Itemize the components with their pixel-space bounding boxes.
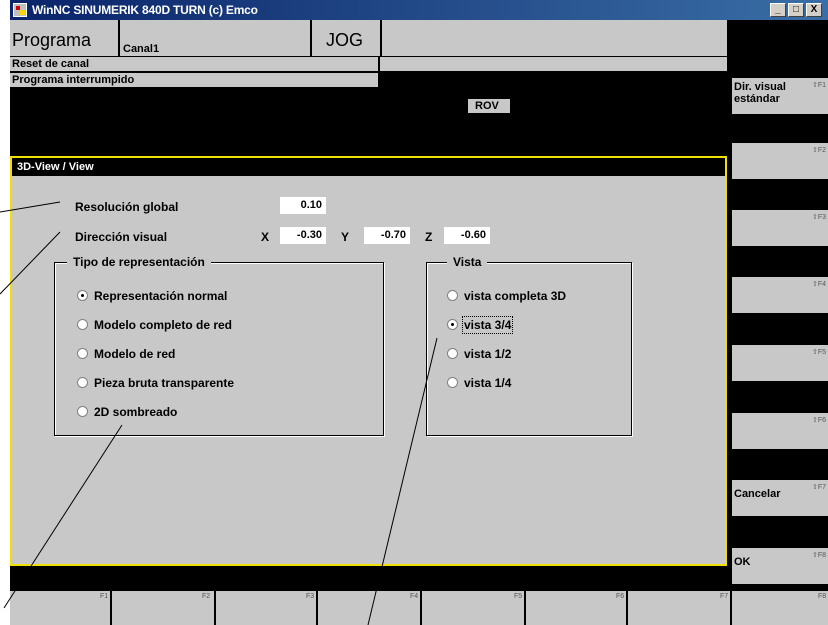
- view-group: Vista vista completa 3D vista 3/4 vista …: [426, 255, 632, 436]
- softkey-3[interactable]: ⇧F3: [732, 210, 828, 246]
- fkey-hint: ⇧F2: [811, 147, 826, 154]
- radio-view-full-3d[interactable]: vista completa 3D: [447, 289, 566, 303]
- fkey-hint: ⇧F5: [811, 349, 826, 356]
- radio-label: vista 1/2: [464, 347, 512, 361]
- radio-view-3-4[interactable]: vista 3/4: [447, 316, 514, 334]
- rov-indicator: ROV: [468, 99, 510, 113]
- softkey-label: OK: [734, 556, 751, 568]
- fkey-hint: ⇧F8: [811, 552, 826, 559]
- bottom-softkey-7[interactable]: F7: [628, 591, 730, 625]
- fkey-hint: F2: [202, 593, 211, 600]
- dialog-title: 3D-View / View: [12, 158, 725, 176]
- radio-indicator: [447, 319, 458, 330]
- fkey-hint: F1: [100, 593, 109, 600]
- view-dialog: 3D-View / View Resolución global 0.10 Di…: [10, 156, 727, 566]
- header-blank: [382, 20, 727, 56]
- radio-indicator: [447, 348, 458, 359]
- softkey-4[interactable]: ⇧F4: [732, 277, 828, 313]
- softkey-label: Dir. visual estándar: [734, 81, 786, 105]
- radio-label: 2D sombreado: [94, 405, 178, 419]
- fkey-hint: F6: [616, 593, 625, 600]
- cnc-window: WinNC SINUMERIK 840D TURN (c) Emco _ □ X…: [10, 0, 828, 625]
- y-direction-input[interactable]: -0.70: [364, 227, 410, 244]
- softkey-6[interactable]: ⇧F6: [732, 413, 828, 449]
- softkey-cancel[interactable]: Cancelar ⇧F7: [732, 480, 828, 516]
- z-direction-input[interactable]: -0.60: [444, 227, 490, 244]
- fkey-hint: ⇧F3: [811, 214, 826, 221]
- radio-label: Pieza bruta transparente: [94, 376, 235, 390]
- minimize-button[interactable]: _: [770, 3, 786, 17]
- radio-view-1-4[interactable]: vista 1/4: [447, 376, 511, 390]
- radio-label: Modelo completo de red: [94, 318, 233, 332]
- radio-full-wireframe[interactable]: Modelo completo de red: [77, 318, 232, 332]
- fkey-hint: ⇧F6: [811, 417, 826, 424]
- bottom-softkey-6[interactable]: F6: [526, 591, 626, 625]
- bottom-softkey-2[interactable]: F2: [112, 591, 214, 625]
- program-status: Programa interrumpido: [10, 73, 378, 87]
- fkey-hint: F3: [306, 593, 315, 600]
- radio-label: Representación normal: [94, 289, 228, 303]
- radio-normal[interactable]: Representación normal: [77, 289, 227, 303]
- radio-view-1-2[interactable]: vista 1/2: [447, 347, 511, 361]
- fkey-hint: ⇧F1: [811, 82, 826, 89]
- title-bar[interactable]: WinNC SINUMERIK 840D TURN (c) Emco _ □ X: [10, 0, 828, 20]
- fkey-hint: F4: [410, 593, 419, 600]
- bottom-softkey-4[interactable]: F4: [318, 591, 420, 625]
- area-label: Programa: [10, 20, 118, 56]
- representation-legend: Tipo de representación: [67, 255, 211, 269]
- channel-reset-status: Reset de canal: [10, 57, 378, 71]
- bottom-softkey-3[interactable]: F3: [216, 591, 316, 625]
- radio-indicator: [77, 290, 88, 301]
- view-legend: Vista: [447, 255, 488, 269]
- bottom-softkey-8[interactable]: F8: [732, 591, 828, 625]
- radio-indicator: [77, 319, 88, 330]
- app-icon: [13, 3, 27, 17]
- fkey-hint: F5: [514, 593, 523, 600]
- radio-wireframe[interactable]: Modelo de red: [77, 347, 175, 361]
- z-axis-label: Z: [425, 230, 433, 244]
- representation-group: Tipo de representación Representación no…: [54, 255, 384, 436]
- mode-label: JOG: [312, 20, 380, 56]
- direction-label: Dirección visual: [75, 230, 168, 244]
- bottom-softkey-5[interactable]: F5: [422, 591, 524, 625]
- radio-indicator: [447, 377, 458, 388]
- softkey-2[interactable]: ⇧F2: [732, 143, 828, 179]
- radio-indicator: [77, 377, 88, 388]
- bottom-softkey-1[interactable]: F1: [10, 591, 110, 625]
- close-button[interactable]: X: [806, 3, 822, 17]
- maximize-button[interactable]: □: [788, 3, 804, 17]
- softkey-label: Cancelar: [734, 488, 781, 500]
- fkey-hint: F7: [720, 593, 729, 600]
- radio-indicator: [77, 406, 88, 417]
- status-blank: [380, 57, 727, 71]
- softkey-ok[interactable]: OK ⇧F8: [732, 548, 828, 584]
- fkey-hint: ⇧F4: [811, 281, 826, 288]
- fkey-hint: F8: [818, 593, 827, 600]
- y-axis-label: Y: [341, 230, 350, 244]
- radio-label: Modelo de red: [94, 347, 176, 361]
- radio-indicator: [77, 348, 88, 359]
- channel-label: Canal1: [120, 20, 310, 56]
- radio-indicator: [447, 290, 458, 301]
- fkey-hint: ⇧F7: [811, 484, 826, 491]
- resolution-label: Resolución global: [75, 200, 179, 214]
- radio-label: vista completa 3D: [464, 289, 567, 303]
- x-axis-label: X: [261, 230, 270, 244]
- radio-transparent-blank[interactable]: Pieza bruta transparente: [77, 376, 234, 390]
- resolution-input[interactable]: 0.10: [280, 197, 326, 214]
- window-title: WinNC SINUMERIK 840D TURN (c) Emco: [32, 3, 258, 17]
- radio-label: vista 3/4: [461, 316, 514, 334]
- radio-2d-shaded[interactable]: 2D sombreado: [77, 405, 177, 419]
- softkey-5[interactable]: ⇧F5: [732, 345, 828, 381]
- x-direction-input[interactable]: -0.30: [280, 227, 326, 244]
- softkey-default-view-direction[interactable]: Dir. visual estándar ⇧F1: [732, 78, 828, 114]
- radio-label: vista 1/4: [464, 376, 512, 390]
